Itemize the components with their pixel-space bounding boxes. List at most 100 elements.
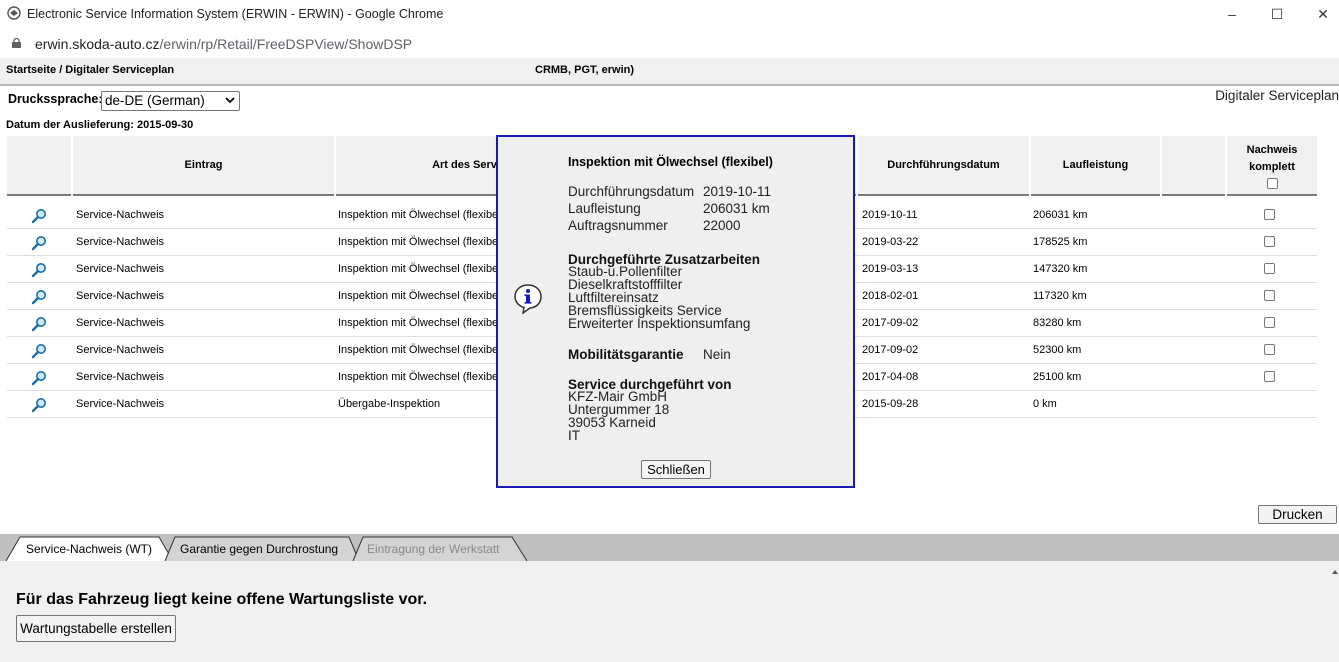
magnifier-icon[interactable] [31, 370, 47, 386]
print-button[interactable]: Drucken [1258, 505, 1337, 524]
row-date: 2019-03-22 [862, 236, 919, 248]
print-language-select[interactable]: de-DE (German) [101, 91, 240, 111]
tab-bar: Service-Nachweis (WT) Garantie gegen Dur… [0, 534, 1339, 561]
row-entry: Service-Nachweis [76, 344, 165, 356]
close-window-button[interactable]: ✕ [1300, 0, 1339, 28]
vertical-scrollbar[interactable] [1331, 561, 1339, 662]
col-header-icon [7, 136, 71, 194]
row-complete-checkbox[interactable] [1264, 344, 1275, 355]
row-date: 2019-10-11 [862, 209, 918, 221]
row-type: Inspektion mit Ölwechsel (flexibe [338, 263, 499, 275]
magnifier-icon[interactable] [31, 397, 47, 413]
row-mileage: 0 km [1033, 398, 1057, 410]
popup-extra-item: Erweiterter Inspektionsumfang [568, 316, 751, 331]
maintenance-panel [0, 561, 1331, 662]
print-language-label: Druckssprache: [8, 92, 103, 106]
row-type: Inspektion mit Ölwechsel (flexibe [338, 209, 499, 221]
magnifier-icon[interactable] [31, 262, 47, 278]
lock-icon [12, 38, 21, 48]
row-entry: Service-Nachweis [76, 398, 165, 410]
row-complete-checkbox[interactable] [1264, 263, 1275, 274]
col-header-empty [1162, 136, 1225, 194]
popup-close-button[interactable]: Schließen [641, 460, 711, 479]
select-all-checkbox[interactable] [1266, 177, 1278, 189]
row-entry: Service-Nachweis [76, 290, 165, 302]
url-path: /erwin/rp/Retail/FreeDSPView/ShowDSP [159, 36, 413, 52]
magnifier-icon[interactable] [31, 289, 47, 305]
minimize-button[interactable]: – [1209, 0, 1255, 28]
header-rule [73, 194, 334, 196]
breadcrumb[interactable]: Startseite / Digitaler Serviceplan [6, 64, 174, 76]
window-title: Electronic Service Information System (E… [27, 7, 444, 21]
row-date: 2019-03-13 [862, 263, 919, 275]
row-date: 2018-02-01 [862, 290, 919, 302]
header-rule [858, 194, 1029, 196]
row-date: 2015-09-28 [862, 398, 919, 410]
popup-order-label: Auftragsnummer [568, 218, 668, 233]
magnifier-icon[interactable] [31, 208, 47, 224]
row-mileage: 25100 km [1033, 371, 1082, 383]
popup-mileage-label: Laufleistung [568, 201, 641, 216]
print-language-value: de-DE (German) [105, 93, 205, 108]
row-complete-checkbox[interactable] [1264, 290, 1275, 301]
header-rule [1162, 194, 1225, 196]
service-details-popup: Inspektion mit Ölwechsel (flexibel) Durc… [496, 135, 855, 488]
tab-garantie-durchrostung[interactable]: Garantie gegen Durchrostung [180, 537, 338, 561]
popup-address-line: 39053 Karneid [568, 415, 656, 430]
row-type: Inspektion mit Ölwechsel (flexibe [338, 290, 499, 302]
magnifier-icon[interactable] [31, 316, 47, 332]
row-complete-checkbox[interactable] [1264, 236, 1275, 247]
address-bar[interactable]: erwin.skoda-auto.cz/erwin/rp/Retail/Free… [0, 28, 1339, 59]
row-mileage: 83280 km [1033, 317, 1082, 329]
chrome-globe-icon [7, 6, 21, 20]
chevron-down-icon [225, 97, 235, 104]
row-entry: Service-Nachweis [76, 263, 165, 275]
col-header-type-label: Art des Servi [432, 159, 500, 171]
maximize-button[interactable]: ☐ [1254, 0, 1300, 28]
app-header: Startseite / Digitaler Serviceplan CRMB,… [0, 58, 1339, 85]
tab-eintragung-werkstatt[interactable]: Eintragung der Werkstatt [367, 537, 500, 561]
delivery-date: Datum der Auslieferung: 2015-09-30 [6, 119, 194, 131]
create-maintenance-table-button[interactable]: Wartungstabelle erstellen [16, 615, 176, 642]
col-header-complete: Nachweis komplett [1227, 136, 1317, 194]
header-rule [7, 194, 71, 196]
popup-date-value: 2019-10-11 [703, 184, 772, 199]
tab-service-nachweis[interactable]: Service-Nachweis (WT) [26, 537, 152, 561]
popup-mileage-value: 206031 km [703, 201, 770, 216]
popup-date-label: Durchführungsdatum [568, 184, 695, 199]
row-type: Übergabe-Inspektion [338, 398, 441, 410]
row-entry: Service-Nachweis [76, 371, 165, 383]
popup-address-line: IT [568, 428, 580, 443]
row-date: 2017-04-08 [862, 371, 919, 383]
popup-extra-list: Staub-u.Pollenfilter Dieselkraftstofffil… [568, 265, 751, 331]
row-entry: Service-Nachweis [76, 209, 165, 221]
row-type: Inspektion mit Ölwechsel (flexibe [338, 344, 499, 356]
header-context: CRMB, PGT, erwin) [535, 64, 635, 76]
row-type: Inspektion mit Ölwechsel (flexibe [338, 371, 499, 383]
header-divider [0, 84, 1339, 86]
row-mileage: 147320 km [1033, 263, 1088, 275]
popup-mobility-value: Nein [703, 347, 731, 362]
row-entry: Service-Nachweis [76, 236, 165, 248]
browser-title-bar: Electronic Service Information System (E… [0, 0, 1339, 28]
row-mileage: 117320 km [1033, 290, 1087, 302]
magnifier-icon[interactable] [31, 343, 47, 359]
row-complete-checkbox[interactable] [1264, 371, 1275, 382]
col-header-complete-label: Nachweis komplett [1246, 143, 1298, 173]
row-complete-checkbox[interactable] [1264, 209, 1275, 220]
row-mileage: 52300 km [1033, 344, 1082, 356]
scroll-up-icon[interactable] [1332, 569, 1338, 575]
row-mileage: 178525 km [1033, 236, 1088, 248]
col-header-mileage: Laufleistung [1031, 136, 1160, 194]
row-date: 2017-09-02 [862, 344, 919, 356]
url-text[interactable]: erwin.skoda-auto.cz/erwin/rp/Retail/Free… [35, 36, 412, 52]
popup-title: Inspektion mit Ölwechsel (flexibel) [568, 155, 773, 169]
row-date: 2017-09-02 [862, 317, 919, 329]
magnifier-icon[interactable] [31, 235, 47, 251]
row-mileage: 206031 km [1033, 209, 1088, 221]
row-type: Inspektion mit Ölwechsel (flexibe [338, 317, 499, 329]
maintenance-message: Für das Fahrzeug liegt keine offene Wart… [16, 591, 428, 608]
page-title: Digitaler Serviceplan [1215, 88, 1339, 103]
row-entry: Service-Nachweis [76, 317, 165, 329]
row-complete-checkbox[interactable] [1264, 317, 1275, 328]
